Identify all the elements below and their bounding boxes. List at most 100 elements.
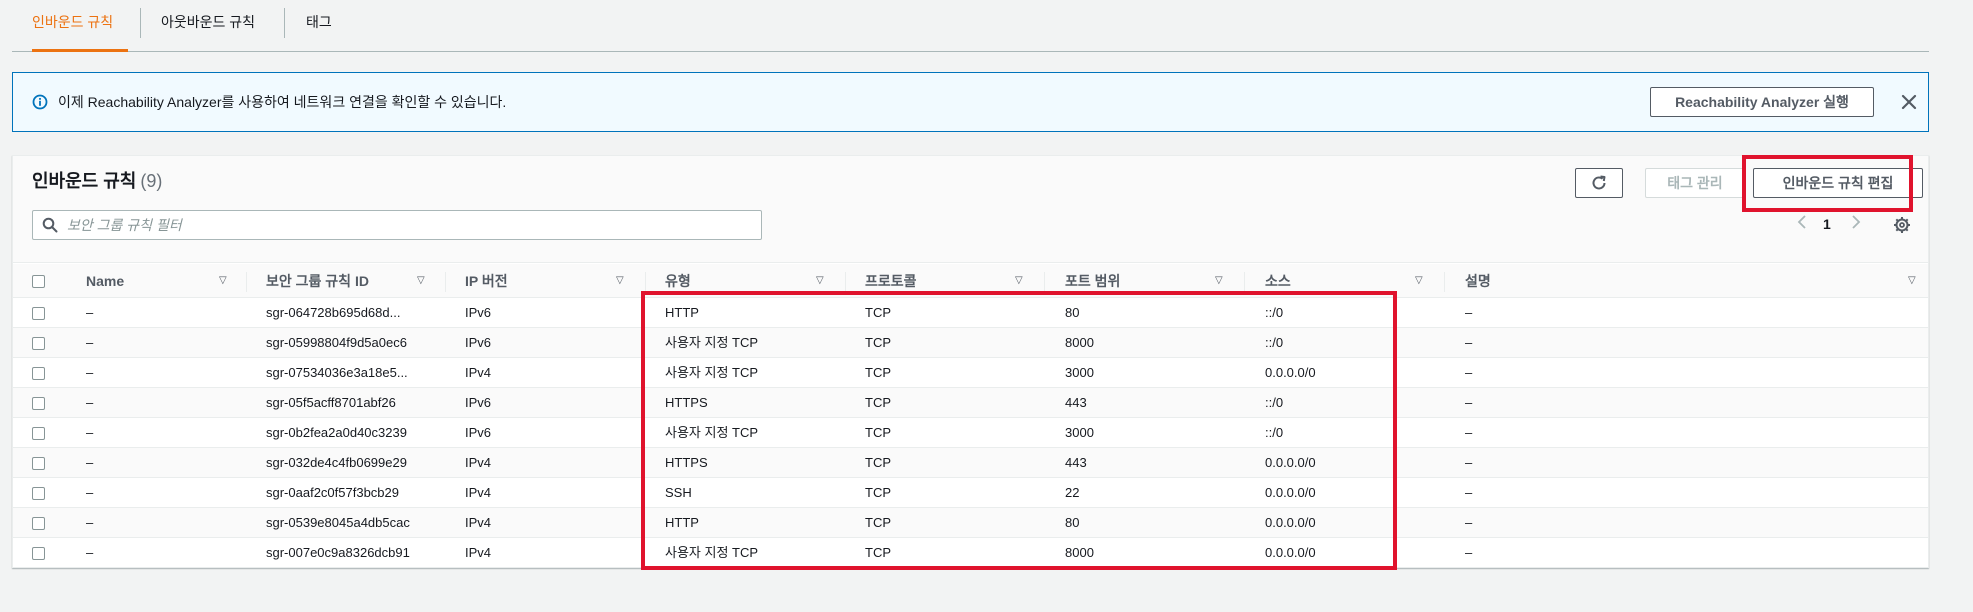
row-checkbox[interactable] <box>32 307 45 320</box>
tab-tags[interactable]: 태그 <box>306 0 332 52</box>
column-divider[interactable] <box>246 272 247 292</box>
cell-description: – <box>1465 485 1473 500</box>
cell-source: ::/0 <box>1265 305 1284 320</box>
column-label: IP 버전 <box>465 273 508 289</box>
cell-type: HTTPS <box>665 395 708 410</box>
column-header-type[interactable]: 유형 ▽ <box>665 264 845 298</box>
row-checkbox[interactable] <box>32 397 45 410</box>
cell-type: 사용자 지정 TCP <box>665 425 759 440</box>
tab-outbound-rules[interactable]: 아웃바운드 규칙 <box>161 0 255 52</box>
cell-port-range: 443 <box>1065 395 1087 410</box>
next-page-button[interactable] <box>1851 214 1861 234</box>
column-header-rule-id[interactable]: 보안 그룹 규칙 ID ▽ <box>266 264 446 298</box>
table-row[interactable]: – sgr-0aaf2c0f57f3bcb29 IPv4 SSH TCP 22 … <box>13 478 1928 508</box>
cell-port-range: 443 <box>1065 455 1087 470</box>
cell-type: 사용자 지정 TCP <box>665 365 759 380</box>
chevron-left-icon <box>1797 215 1806 229</box>
column-label: 포트 범위 <box>1065 273 1121 289</box>
column-header-ip-version[interactable]: IP 버전 ▽ <box>465 264 645 298</box>
sort-icon[interactable]: ▽ <box>219 264 227 298</box>
column-header-source[interactable]: 소스 ▽ <box>1265 264 1445 298</box>
sort-icon[interactable]: ▽ <box>417 264 425 298</box>
cell-description: – <box>1465 335 1473 350</box>
refresh-button[interactable] <box>1575 168 1623 198</box>
row-checkbox[interactable] <box>32 487 45 500</box>
cell-protocol: TCP <box>865 365 891 380</box>
column-divider[interactable] <box>645 272 646 292</box>
column-header-port-range[interactable]: 포트 범위 ▽ <box>1065 264 1245 298</box>
cell-name: – <box>86 425 94 440</box>
table-row[interactable]: – sgr-0539e8045a4db5cac IPv4 HTTP TCP 80… <box>13 508 1928 538</box>
column-divider[interactable] <box>1244 272 1245 292</box>
row-checkbox[interactable] <box>32 367 45 380</box>
table-row[interactable]: – sgr-05f5acff8701abf26 IPv6 HTTPS TCP 4… <box>13 388 1928 418</box>
cell-ip-version: IPv4 <box>465 485 492 500</box>
edit-inbound-rules-button[interactable]: 인바운드 규칙 편집 <box>1753 168 1923 198</box>
sort-icon[interactable]: ▽ <box>816 264 824 298</box>
column-header-name[interactable]: Name ▽ <box>86 264 256 298</box>
select-all-checkbox[interactable] <box>32 275 45 288</box>
cell-description: – <box>1465 365 1473 380</box>
table-row[interactable]: – sgr-0b2fea2a0d40c3239 IPv6 사용자 지정 TCP … <box>13 418 1928 448</box>
column-divider[interactable] <box>845 272 846 292</box>
column-divider[interactable] <box>1444 272 1445 292</box>
cell-ip-version: IPv4 <box>465 515 492 530</box>
row-checkbox[interactable] <box>32 427 45 440</box>
cell-ip-version: IPv6 <box>465 305 492 320</box>
column-label: 설명 <box>1465 273 1491 289</box>
previous-page-button[interactable] <box>1797 214 1807 234</box>
table-row[interactable]: – sgr-064728b695d68d... IPv6 HTTP TCP 80… <box>13 298 1928 328</box>
cell-rule-id: sgr-05998804f9d5a0ec6 <box>266 335 407 350</box>
cell-port-range: 80 <box>1065 515 1080 530</box>
cell-name: – <box>86 515 94 530</box>
sort-icon[interactable]: ▽ <box>616 264 624 298</box>
search-input[interactable] <box>67 215 747 235</box>
gear-icon[interactable] <box>1893 216 1911 234</box>
cell-description: – <box>1465 305 1473 320</box>
cell-port-range: 8000 <box>1065 545 1094 560</box>
cell-ip-version: IPv4 <box>465 545 492 560</box>
column-header-protocol[interactable]: 프로토콜 ▽ <box>865 264 1045 298</box>
cell-protocol: TCP <box>865 425 891 440</box>
sort-icon[interactable]: ▽ <box>1415 264 1423 298</box>
column-label: 보안 그룹 규칙 ID <box>266 273 369 289</box>
cell-source: ::/0 <box>1265 395 1284 410</box>
column-divider[interactable] <box>1044 272 1045 292</box>
tab-inbound-rules[interactable]: 인바운드 규칙 <box>32 0 128 52</box>
sort-icon[interactable]: ▽ <box>1908 264 1916 298</box>
row-checkbox[interactable] <box>32 457 45 470</box>
table-row[interactable]: – sgr-007e0c9a8326dcb91 IPv4 사용자 지정 TCP … <box>13 538 1928 568</box>
cell-rule-id: sgr-007e0c9a8326dcb91 <box>266 545 410 560</box>
refresh-icon <box>1592 175 1606 190</box>
cell-source: ::/0 <box>1265 425 1284 440</box>
cell-name: – <box>86 305 94 320</box>
column-header-description[interactable]: 설명 ▽ <box>1465 264 1923 298</box>
cell-source: 0.0.0.0/0 <box>1265 365 1316 380</box>
close-icon[interactable] <box>1900 93 1918 111</box>
run-reachability-analyzer-button[interactable]: Reachability Analyzer 실행 <box>1650 87 1874 117</box>
cell-port-range: 8000 <box>1065 335 1094 350</box>
table-row[interactable]: – sgr-032de4c4fb0699e29 IPv4 HTTPS TCP 4… <box>13 448 1928 478</box>
table-row[interactable]: – sgr-07534036e3a18e5... IPv4 사용자 지정 TCP… <box>13 358 1928 388</box>
cell-protocol: TCP <box>865 485 891 500</box>
cell-description: – <box>1465 425 1473 440</box>
cell-type: HTTPS <box>665 455 708 470</box>
sort-icon[interactable]: ▽ <box>1015 264 1023 298</box>
cell-ip-version: IPv6 <box>465 395 492 410</box>
row-checkbox[interactable] <box>32 517 45 530</box>
sort-icon[interactable]: ▽ <box>1215 264 1223 298</box>
rule-filter-search[interactable] <box>32 210 762 240</box>
table-row[interactable]: – sgr-05998804f9d5a0ec6 IPv6 사용자 지정 TCP … <box>13 328 1928 358</box>
column-divider[interactable] <box>445 272 446 292</box>
column-label: Name <box>86 273 125 289</box>
manage-tags-button[interactable]: 태그 관리 <box>1645 168 1745 198</box>
cell-port-range: 80 <box>1065 305 1080 320</box>
cell-rule-id: sgr-032de4c4fb0699e29 <box>266 455 407 470</box>
current-page[interactable]: 1 <box>1823 214 1831 234</box>
row-checkbox[interactable] <box>32 337 45 350</box>
column-label: 프로토콜 <box>865 273 917 289</box>
info-banner: 이제 Reachability Analyzer를 사용하여 네트워크 연결을 … <box>12 72 1929 132</box>
cell-name: – <box>86 395 94 410</box>
tab-divider <box>284 8 285 38</box>
row-checkbox[interactable] <box>32 547 45 560</box>
